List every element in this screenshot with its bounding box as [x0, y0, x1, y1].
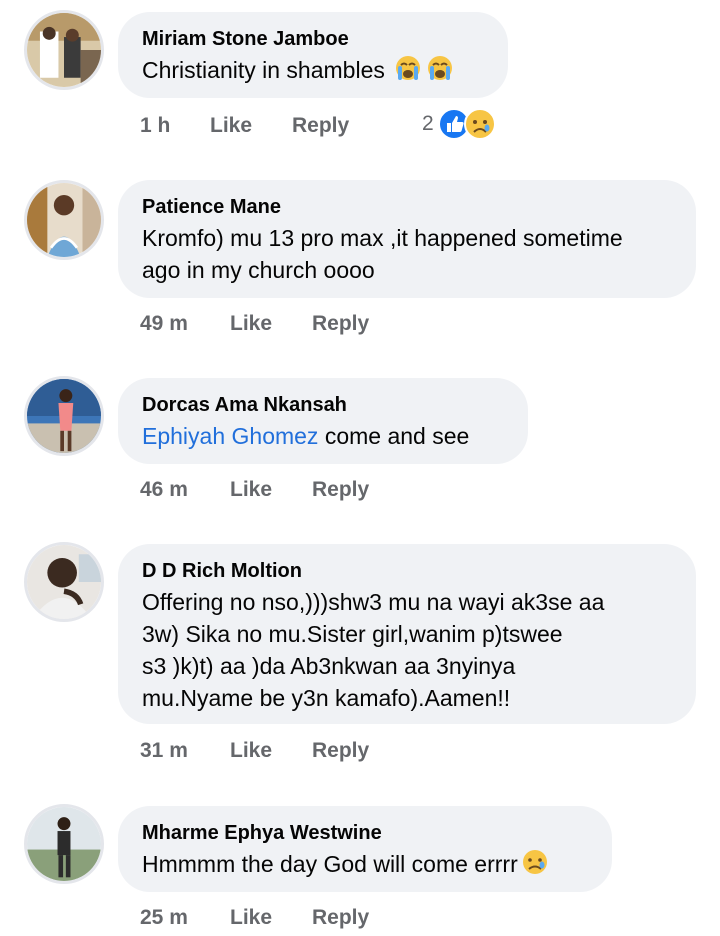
profile-photo — [27, 379, 101, 453]
reaction-count: 2 — [422, 112, 434, 135]
like-button[interactable]: Like — [230, 478, 312, 502]
comment-author[interactable]: Miriam Stone Jamboe — [142, 26, 484, 52]
like-button[interactable]: Like — [230, 739, 312, 763]
reply-button[interactable]: Reply — [312, 906, 369, 930]
avatar[interactable] — [24, 542, 104, 622]
comment-text-line: Offering no nso,)))shw3 mu na wayi ak3se… — [142, 589, 605, 615]
comment-text: Offering no nso,)))shw3 mu na wayi ak3se… — [142, 586, 672, 714]
timestamp[interactable]: 31 m — [140, 739, 230, 763]
avatar[interactable] — [24, 376, 104, 456]
profile-photo — [27, 183, 101, 257]
profile-photo — [27, 13, 101, 87]
comment-actions: 25 m Like Reply — [140, 906, 369, 930]
comment-author[interactable]: Mharme Ephya Westwine — [142, 820, 588, 846]
like-button[interactable]: Like — [230, 906, 312, 930]
comment-text-line: 3w) Sika no mu.Sister girl,wanim p)tswee — [142, 621, 563, 647]
comment-author[interactable]: Patience Mane — [142, 194, 672, 220]
comment-actions: 1 h Like Reply — [140, 114, 349, 138]
timestamp[interactable]: 25 m — [140, 906, 230, 930]
comment-author[interactable]: Dorcas Ama Nkansah — [142, 392, 504, 418]
profile-photo — [27, 545, 101, 619]
comment-text-line: s3 )k)t) aa )da Ab3nkwan aa 3nyinya — [142, 653, 516, 679]
comment-text-line: Kromfo) mu 13 pro max ,it happened somet… — [142, 225, 623, 251]
timestamp[interactable]: 46 m — [140, 478, 230, 502]
like-button[interactable]: Like — [210, 114, 292, 138]
comment-actions: 46 m Like Reply — [140, 478, 369, 502]
reply-button[interactable]: Reply — [312, 478, 369, 502]
sad-reaction-icon — [463, 108, 496, 140]
avatar[interactable] — [24, 804, 104, 884]
comment-text: Kromfo) mu 13 pro max ,it happened somet… — [142, 222, 672, 286]
reply-button[interactable]: Reply — [312, 312, 369, 336]
reply-button[interactable]: Reply — [292, 114, 349, 138]
reaction-summary[interactable]: 2 — [422, 108, 496, 140]
comment-bubble: Mharme Ephya Westwine Hmmmm the day God … — [118, 806, 612, 892]
comment-bubble: Patience Mane Kromfo) mu 13 pro max ,it … — [118, 180, 696, 298]
comment-text-line: ago in my church oooo — [142, 257, 375, 283]
comment-author[interactable]: D D Rich Moltion — [142, 558, 672, 584]
sad-tear-face-icon — [522, 850, 547, 874]
crying-face-icon — [428, 56, 453, 80]
comment-bubble: Dorcas Ama Nkansah Ephiyah Ghomez come a… — [118, 378, 528, 464]
comment-bubble: Miriam Stone Jamboe Christianity in sham… — [118, 12, 508, 98]
mention-link[interactable]: Ephiyah Ghomez — [142, 423, 318, 449]
comment-actions: 49 m Like Reply — [140, 312, 369, 336]
profile-photo — [27, 807, 101, 881]
comment-text: Hmmmm the day God will come errrr — [142, 848, 588, 880]
comment-actions: 31 m Like Reply — [140, 739, 369, 763]
avatar[interactable] — [24, 180, 104, 260]
comment-text: Ephiyah Ghomez come and see — [142, 423, 470, 449]
timestamp[interactable]: 49 m — [140, 312, 230, 336]
reaction-icons — [437, 108, 496, 140]
avatar[interactable] — [24, 10, 104, 90]
reply-button[interactable]: Reply — [312, 739, 369, 763]
timestamp[interactable]: 1 h — [140, 114, 210, 138]
comment-bubble: D D Rich Moltion Offering no nso,)))shw3… — [118, 544, 696, 724]
like-button[interactable]: Like — [230, 312, 312, 336]
comment-text-line: mu.Nyame be y3n kamafo).Aamen!! — [142, 685, 511, 711]
comment-text: Christianity in shambles — [142, 54, 484, 86]
crying-face-icon — [396, 56, 421, 80]
